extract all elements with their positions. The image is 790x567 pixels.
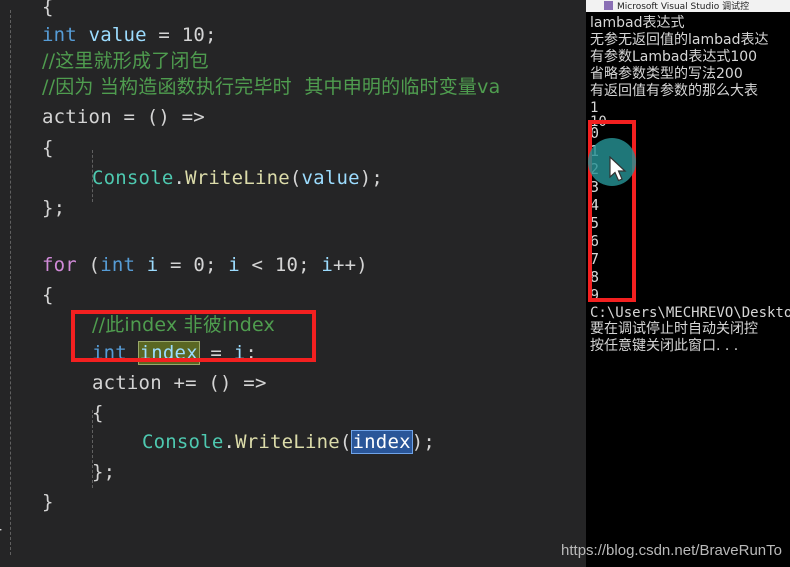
- console-digit: 2: [590, 160, 600, 178]
- code-token: value: [301, 167, 360, 189]
- code-token: int: [42, 24, 77, 46]
- console-digit: 6: [590, 232, 600, 250]
- console-titlebar[interactable]: Microsoft Visual Studio 调试控: [586, 0, 790, 12]
- code-token: {: [42, 0, 54, 18]
- code-line[interactable]: Console.WriteLine(index);: [142, 427, 435, 457]
- code-token: .: [173, 167, 186, 189]
- console-digit: 1: [590, 142, 600, 160]
- console-digit: 9: [590, 286, 600, 304]
- code-token: value: [88, 24, 147, 46]
- code-line[interactable]: {: [92, 398, 104, 428]
- code-token: 10: [274, 254, 299, 276]
- code-line[interactable]: for (int i = 0; i < 10; i++): [42, 250, 368, 280]
- code-token: );: [359, 167, 384, 189]
- console-line: 有参数Lambad表达式100: [590, 49, 758, 65]
- visual-studio-icon: [604, 1, 613, 10]
- code-token: <: [239, 254, 275, 276]
- code-token: int: [100, 254, 136, 276]
- code-token: ;: [245, 342, 257, 364]
- console-digit: 5: [590, 214, 600, 232]
- code-line[interactable]: {: [42, 133, 54, 163]
- console-digit: 0: [590, 124, 600, 142]
- code-token: (: [339, 431, 352, 453]
- code-token: {: [92, 402, 104, 424]
- selected-identifier: index: [350, 430, 413, 454]
- code-token: .: [223, 431, 236, 453]
- code-token: int: [92, 342, 127, 364]
- console-line: 省略参数类型的写法200: [590, 66, 743, 82]
- code-token: };: [92, 461, 116, 483]
- code-token: (: [289, 167, 302, 189]
- code-line[interactable]: }: [42, 487, 54, 517]
- code-token: =: [146, 24, 182, 46]
- console-footer-line: 按任意键关闭此窗口. . .: [590, 338, 739, 354]
- code-line[interactable]: };: [92, 457, 115, 487]
- highlighted-identifier-occurrence: index: [137, 341, 200, 365]
- code-token: ;: [204, 254, 229, 276]
- code-token: for: [42, 254, 77, 276]
- code-line[interactable]: //因为 当构造函数执行完毕时 其中申明的临时变量va: [42, 72, 500, 102]
- code-token: Console: [92, 167, 174, 189]
- code-token: (: [76, 254, 101, 276]
- code-token: 10: [181, 24, 205, 46]
- code-token: 0: [193, 254, 205, 276]
- code-token: Console: [142, 431, 224, 453]
- code-editor-pane[interactable]: { int value = 10; //这里就形成了闭包 //因为 当构造函数执行完毕…: [0, 0, 586, 567]
- code-comment: //此index 非彼index: [92, 314, 276, 336]
- console-line: 无参无返回值的lambad表达: [590, 32, 769, 48]
- code-token: };: [42, 197, 66, 219]
- console-digit: 8: [590, 268, 600, 286]
- code-token: ++): [333, 254, 368, 276]
- console-line: 有返回值有参数的那么大表: [590, 83, 758, 99]
- code-token: ;: [298, 254, 322, 276]
- watermark-url: https://blog.csdn.net/BraveRunTo: [561, 542, 782, 559]
- code-token: i: [228, 254, 240, 276]
- console-digit: 4: [590, 196, 600, 214]
- console-digit: 7: [590, 250, 600, 268]
- code-token: WriteLine: [185, 167, 290, 189]
- code-token: }: [42, 491, 54, 513]
- code-token: i: [233, 342, 246, 364]
- code-line[interactable]: //此index 非彼index: [92, 310, 275, 340]
- code-token: {: [42, 137, 54, 159]
- code-line[interactable]: {: [42, 280, 54, 310]
- console-titlebar-label: Microsoft Visual Studio 调试控: [617, 2, 750, 12]
- code-token: }: [0, 518, 4, 540]
- code-line[interactable]: }: [0, 514, 4, 544]
- indent-guide-0: [10, 10, 11, 555]
- code-token: =: [198, 342, 234, 364]
- code-token: );: [411, 431, 436, 453]
- console-line: lambad表达式: [590, 15, 685, 31]
- code-token: ;: [204, 24, 217, 46]
- code-token: {: [42, 284, 54, 306]
- code-token: =: [158, 254, 194, 276]
- code-line[interactable]: };: [42, 193, 65, 223]
- code-line[interactable]: Console.WriteLine(value);: [92, 163, 383, 193]
- code-line[interactable]: action = () =>: [42, 102, 205, 132]
- code-token: WriteLine: [235, 431, 340, 453]
- console-digit: 3: [590, 178, 600, 196]
- code-line[interactable]: {: [42, 0, 54, 22]
- console-output-pane[interactable]: Microsoft Visual Studio 调试控 lambad表达式 无参无…: [586, 0, 790, 567]
- code-token: i: [321, 254, 334, 276]
- code-line[interactable]: int index = i;: [92, 338, 257, 368]
- code-comment: //因为 当构造函数执行完毕时 其中申明的临时变量va: [42, 76, 501, 98]
- code-comment: //这里就形成了闭包: [42, 50, 209, 72]
- code-token: action = () =>: [42, 106, 205, 128]
- code-token: i: [146, 254, 159, 276]
- console-footer-line: 要在调试停止时自动关闭控: [590, 321, 758, 337]
- code-token: action += () =>: [92, 372, 267, 394]
- code-line[interactable]: action += () =>: [92, 368, 267, 398]
